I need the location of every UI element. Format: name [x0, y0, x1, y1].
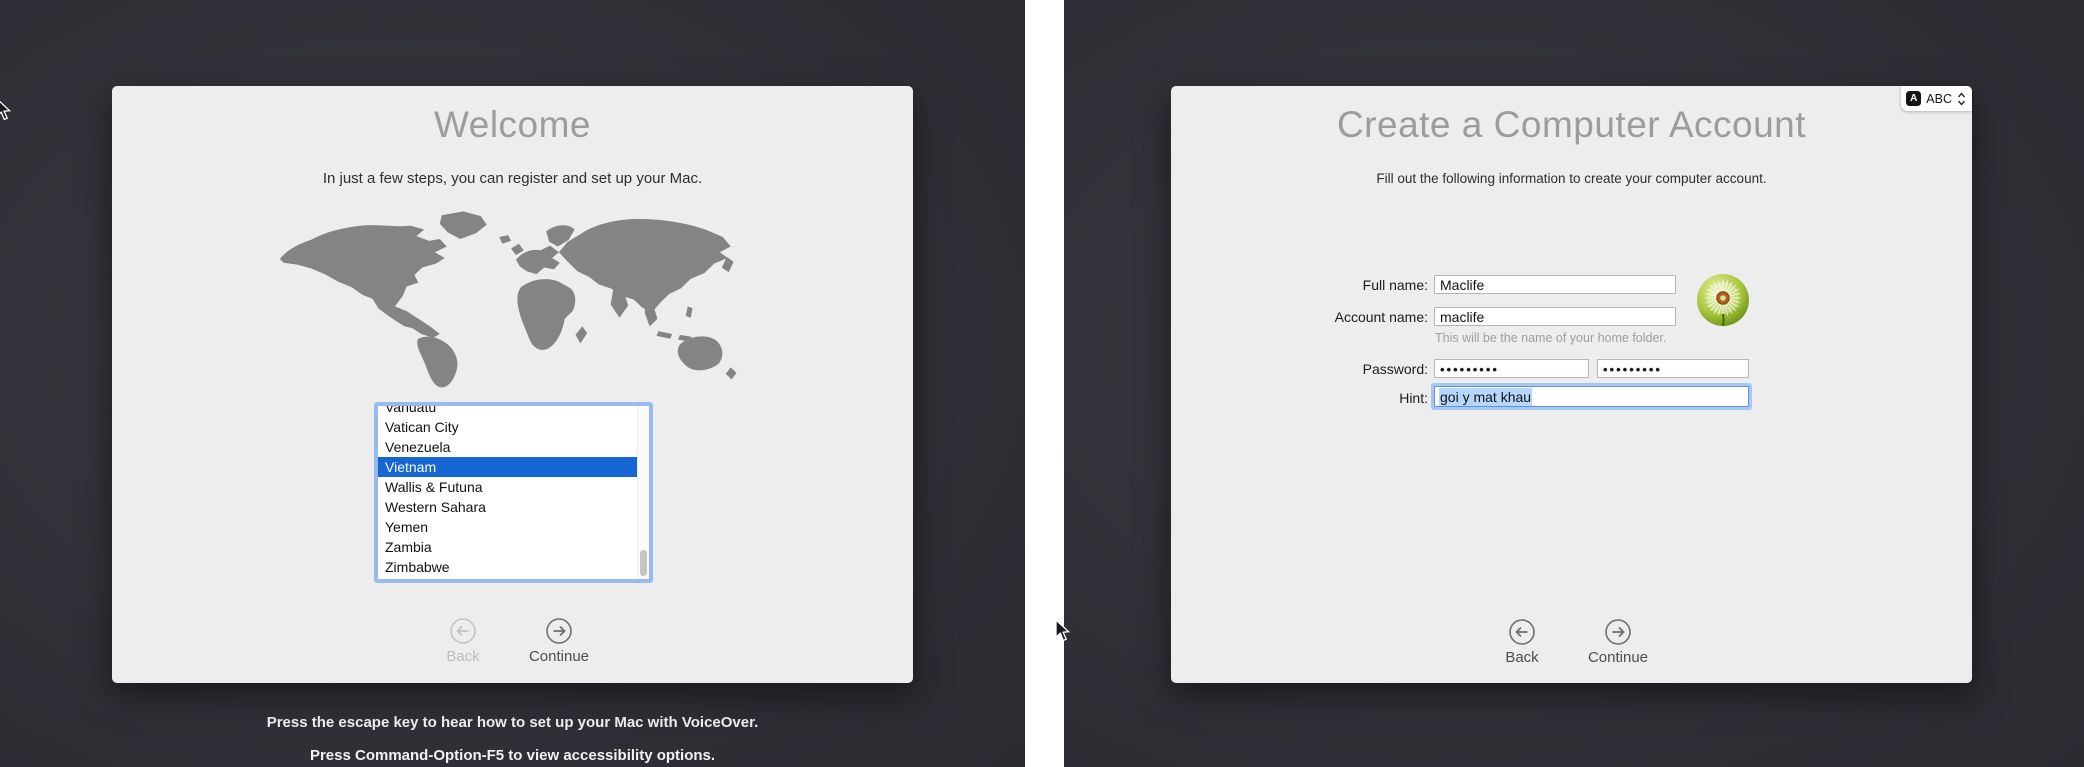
account-name-helper: This will be the name of your home folde…	[1435, 331, 1666, 345]
back-button[interactable]: Back	[1490, 618, 1554, 666]
country-list-item[interactable]: Wallis & Futuna	[378, 477, 649, 497]
full-name-label: Full name:	[1278, 277, 1428, 293]
continue-arrow-icon	[545, 617, 573, 645]
full-name-input[interactable]	[1434, 275, 1676, 294]
setup-assistant-screens: Press the escape key to hear how to set …	[0, 0, 2084, 767]
continue-button[interactable]: Continue	[1586, 618, 1650, 666]
welcome-dialog: Welcome In just a few steps, you can reg…	[112, 86, 913, 683]
accessibility-instruction: Press Command-Option-F5 to view accessib…	[0, 747, 1025, 764]
country-list[interactable]: Vanuatu Vatican City Venezuela Vietnam W…	[377, 405, 650, 580]
continue-button-label: Continue	[1588, 649, 1648, 666]
password-label: Password:	[1278, 361, 1428, 377]
back-arrow-icon	[1508, 618, 1536, 646]
create-account-title: Create a Computer Account	[1171, 104, 1972, 146]
continue-button-label: Continue	[529, 648, 589, 665]
create-account-dialog: A ABC Create a Computer Account Fill out…	[1171, 86, 1972, 683]
account-name-label: Account name:	[1278, 309, 1428, 325]
account-avatar[interactable]	[1695, 272, 1751, 328]
voiceover-instruction: Press the escape key to hear how to set …	[0, 714, 1025, 731]
mouse-cursor	[1055, 619, 1071, 643]
verify-password-input[interactable]	[1597, 359, 1749, 378]
country-list-item[interactable]: Venezuela	[378, 437, 649, 457]
country-list-item[interactable]: Vanuatu	[378, 405, 649, 417]
hint-selected-text: goi y mat khau	[1439, 388, 1532, 406]
welcome-subtitle: In just a few steps, you can register an…	[112, 170, 913, 187]
country-list-item[interactable]: Yemen	[378, 517, 649, 537]
back-button-label: Back	[1505, 649, 1538, 666]
scrollbar-thumb[interactable]	[640, 550, 647, 576]
country-list-item-selected[interactable]: Vietnam	[378, 457, 649, 477]
continue-arrow-icon	[1604, 618, 1632, 646]
account-name-input[interactable]	[1434, 307, 1676, 326]
mouse-cursor	[0, 98, 12, 122]
back-arrow-icon	[449, 617, 477, 645]
world-map-image	[270, 200, 758, 390]
welcome-title: Welcome	[112, 104, 913, 146]
country-list-item[interactable]: Vatican City	[378, 417, 649, 437]
back-button-label: Back	[446, 648, 479, 665]
hint-label: Hint:	[1278, 390, 1428, 406]
hint-input[interactable]: goi y mat khau	[1434, 386, 1749, 407]
country-list-item[interactable]: Western Sahara	[378, 497, 649, 517]
continue-button[interactable]: Continue	[527, 617, 591, 665]
country-list-scrollbar[interactable]	[637, 406, 649, 579]
back-button: Back	[431, 617, 495, 665]
password-input[interactable]	[1434, 359, 1589, 378]
create-account-subtitle: Fill out the following information to cr…	[1171, 171, 1972, 186]
country-list-item[interactable]: Zimbabwe	[378, 557, 649, 577]
country-list-item[interactable]: Zambia	[378, 537, 649, 557]
